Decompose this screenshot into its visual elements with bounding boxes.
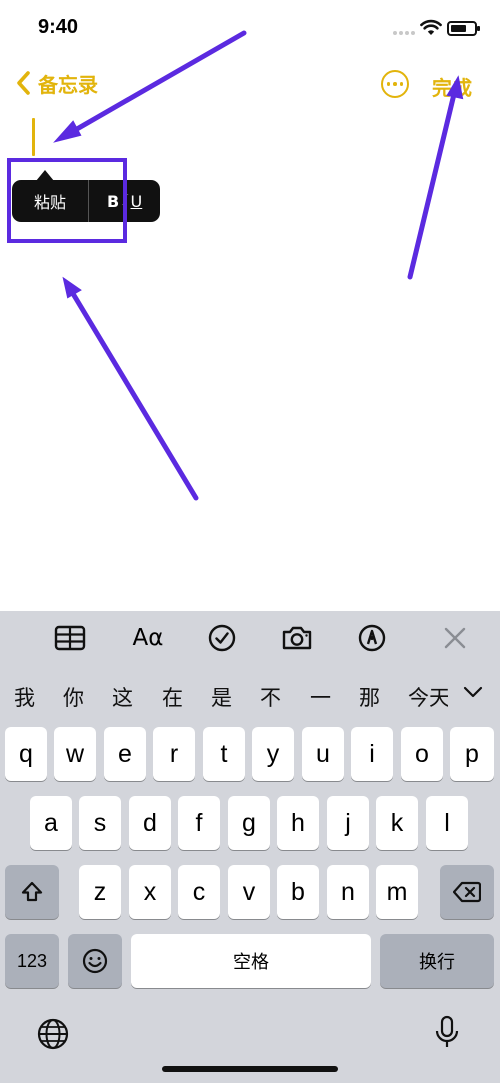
underline-label: U: [130, 191, 143, 211]
back-button[interactable]: 备忘录: [12, 68, 98, 98]
candidate-bar: 我 你 这 在 是 不 一 那 今天: [0, 666, 500, 718]
status-time: 9:40: [38, 16, 79, 38]
key-r[interactable]: r: [153, 727, 195, 781]
annotation-highlight-box: [7, 158, 127, 243]
table-icon[interactable]: [53, 624, 87, 652]
wifi-icon: [420, 19, 442, 35]
text-cursor: [32, 118, 35, 156]
key-q[interactable]: q: [5, 727, 47, 781]
shift-key[interactable]: [5, 865, 59, 919]
key-p[interactable]: p: [450, 727, 494, 781]
delete-key[interactable]: [440, 865, 494, 919]
key-w[interactable]: w: [54, 727, 96, 781]
key-u[interactable]: u: [302, 727, 344, 781]
candidate-item[interactable]: 在: [162, 682, 183, 712]
annotation-arrowhead-cursor: [53, 120, 82, 143]
candidate-item[interactable]: 一: [310, 682, 331, 712]
battery-level: [451, 25, 466, 32]
numbers-key[interactable]: 123: [5, 934, 59, 988]
markup-icon[interactable]: [357, 624, 387, 652]
space-key[interactable]: 空格: [131, 934, 371, 988]
checklist-icon[interactable]: [207, 624, 237, 652]
backspace-icon: [453, 881, 481, 903]
close-icon[interactable]: [442, 624, 468, 652]
home-indicator: [162, 1066, 338, 1072]
key-v[interactable]: v: [228, 865, 270, 919]
back-label: 备忘录: [38, 72, 98, 97]
chevron-down-icon[interactable]: [461, 680, 485, 704]
text-format-icon[interactable]: Aα: [128, 624, 168, 652]
key-n[interactable]: n: [327, 865, 369, 919]
battery-icon: [447, 21, 480, 36]
key-e[interactable]: e: [104, 727, 146, 781]
key-y[interactable]: y: [252, 727, 294, 781]
globe-icon[interactable]: [36, 1017, 70, 1051]
emoji-key[interactable]: [68, 934, 122, 988]
key-d[interactable]: d: [129, 796, 171, 850]
status-bar: 9:40: [0, 0, 500, 58]
annotation-arrow-menu: [69, 289, 199, 501]
annotation-arrow-done: [407, 87, 458, 280]
emoji-icon: [82, 948, 108, 974]
done-button[interactable]: 完成: [432, 72, 472, 101]
shift-icon: [21, 881, 43, 902]
microphone-icon[interactable]: [434, 1015, 460, 1049]
ellipsis-icon: [386, 82, 391, 86]
candidate-item[interactable]: 不: [260, 682, 281, 712]
keyboard-toolbar: Aα: [0, 611, 500, 663]
key-j[interactable]: j: [327, 796, 369, 850]
key-m[interactable]: m: [376, 865, 418, 919]
candidate-item[interactable]: 今天: [408, 682, 448, 712]
key-z[interactable]: z: [79, 865, 121, 919]
key-i[interactable]: i: [351, 727, 393, 781]
chevron-left-icon: [17, 71, 30, 95]
candidate-item[interactable]: 是: [211, 682, 232, 712]
annotation-arrowhead-menu: [62, 276, 82, 299]
candidate-item[interactable]: 那: [359, 682, 380, 712]
candidate-item[interactable]: 你: [63, 682, 84, 712]
key-b[interactable]: b: [277, 865, 319, 919]
key-t[interactable]: t: [203, 727, 245, 781]
key-l[interactable]: l: [426, 796, 468, 850]
camera-icon[interactable]: [279, 624, 315, 652]
key-k[interactable]: k: [376, 796, 418, 850]
key-c[interactable]: c: [178, 865, 220, 919]
key-g[interactable]: g: [228, 796, 270, 850]
key-o[interactable]: o: [401, 727, 443, 781]
candidate-item[interactable]: 我: [14, 682, 35, 712]
return-key[interactable]: 换行: [380, 934, 494, 988]
more-button[interactable]: [381, 70, 409, 98]
key-f[interactable]: f: [178, 796, 220, 850]
keyboard: Aα 我 你 这 在 是 不 一 那 今天 q w e r t y u i o …: [0, 611, 500, 1083]
key-h[interactable]: h: [277, 796, 319, 850]
key-a[interactable]: a: [30, 796, 72, 850]
key-x[interactable]: x: [129, 865, 171, 919]
key-s[interactable]: s: [79, 796, 121, 850]
signal-dots-icon: [393, 31, 415, 35]
candidate-item[interactable]: 这: [112, 682, 133, 712]
